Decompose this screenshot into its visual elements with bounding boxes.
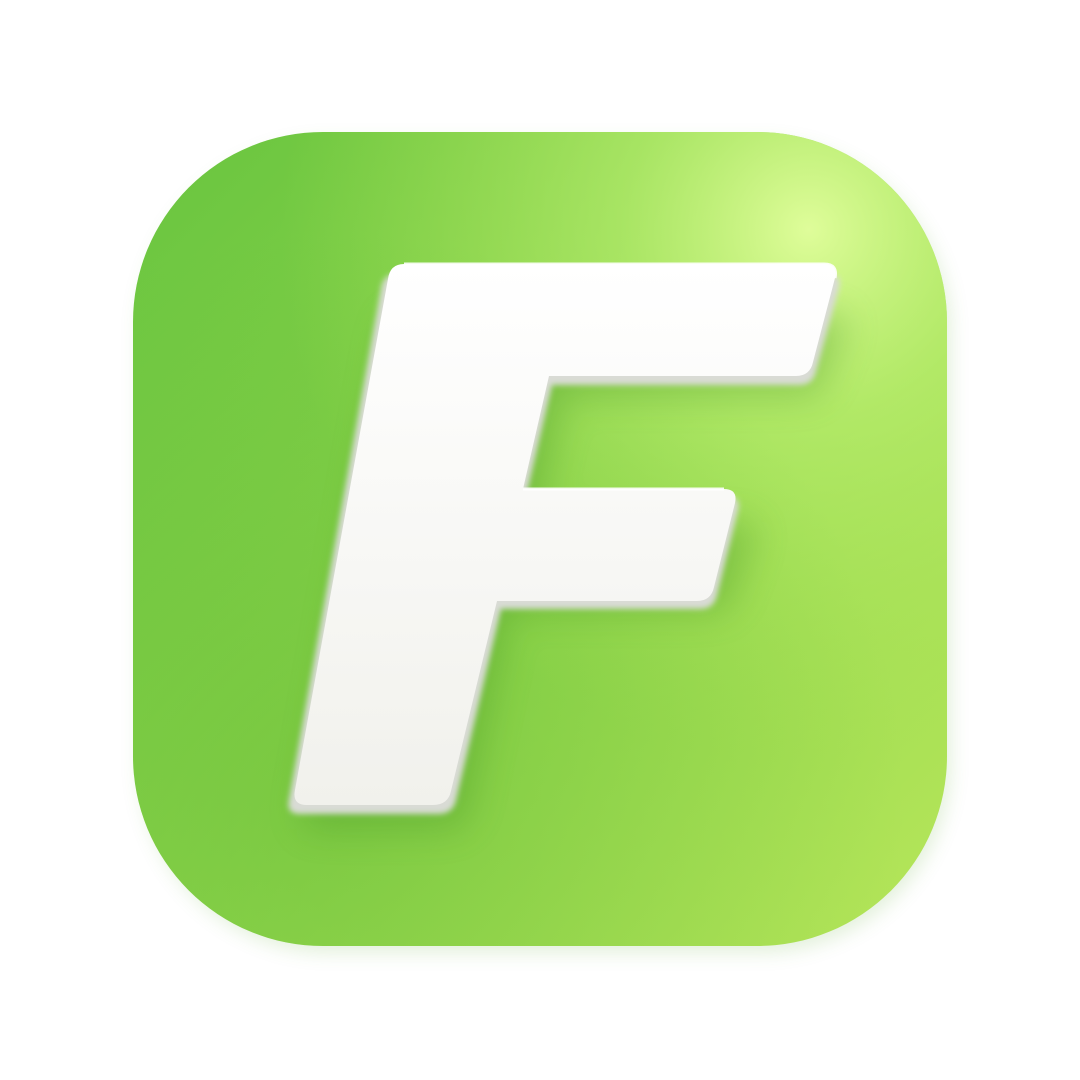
letter-f-app-icon	[133, 132, 950, 952]
app-icon	[0, 0, 1080, 1080]
canvas	[0, 0, 1080, 1080]
